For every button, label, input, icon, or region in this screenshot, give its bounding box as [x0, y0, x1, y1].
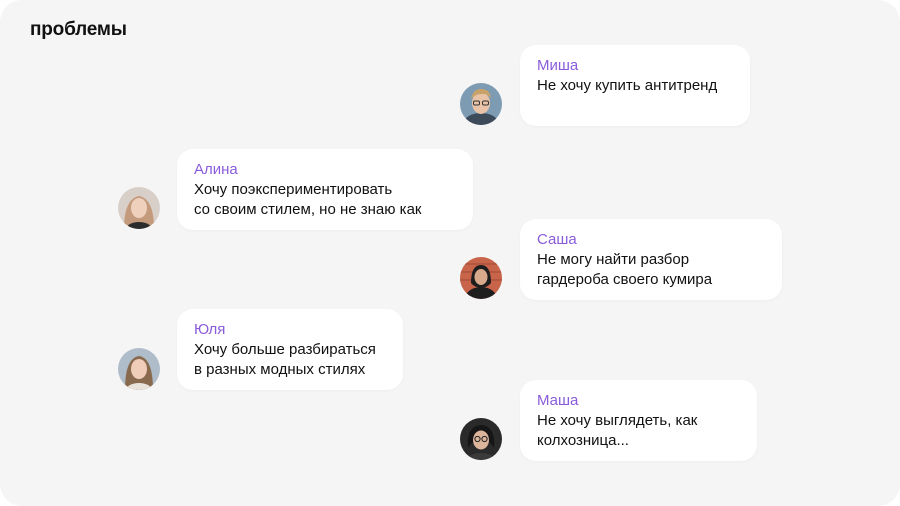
avatar-yulia-icon — [118, 348, 160, 390]
message-text: Хочу поэкспериментировать со своим стиле… — [194, 181, 422, 218]
avatar-masha-icon — [460, 418, 502, 460]
message-bubble: Миша Не хочу купить антитренд — [520, 45, 750, 126]
message-author: Маша — [537, 392, 579, 409]
message-text: Не хочу купить антитренд — [537, 77, 718, 94]
message-bubble: Юля Хочу больше разбираться в разных мод… — [177, 309, 403, 390]
avatar-sasha-icon — [460, 257, 502, 299]
message-bubble: Саша Не могу найти разбор гардероба свое… — [520, 219, 782, 300]
message-bubble: Маша Не хочу выглядеть, как колхозница..… — [520, 380, 757, 461]
message-author: Юля — [194, 321, 226, 338]
message-text: Не могу найти разбор гардероба своего ку… — [537, 251, 713, 288]
message-text: Хочу больше разбираться в разных модных … — [194, 341, 376, 378]
message-author: Миша — [537, 57, 579, 74]
page-title: проблемы — [30, 19, 127, 40]
message-author: Саша — [537, 231, 577, 248]
message-author: Алина — [194, 161, 238, 178]
message-text: Не хочу выглядеть, как колхозница... — [537, 412, 698, 449]
slide: проблемы Миша Не хочу купить антитренд А… — [0, 0, 900, 506]
message-bubble: Алина Хочу поэкспериментировать со своим… — [177, 149, 473, 230]
avatar-alina-icon — [118, 187, 160, 229]
avatar-misha-icon — [460, 83, 502, 125]
